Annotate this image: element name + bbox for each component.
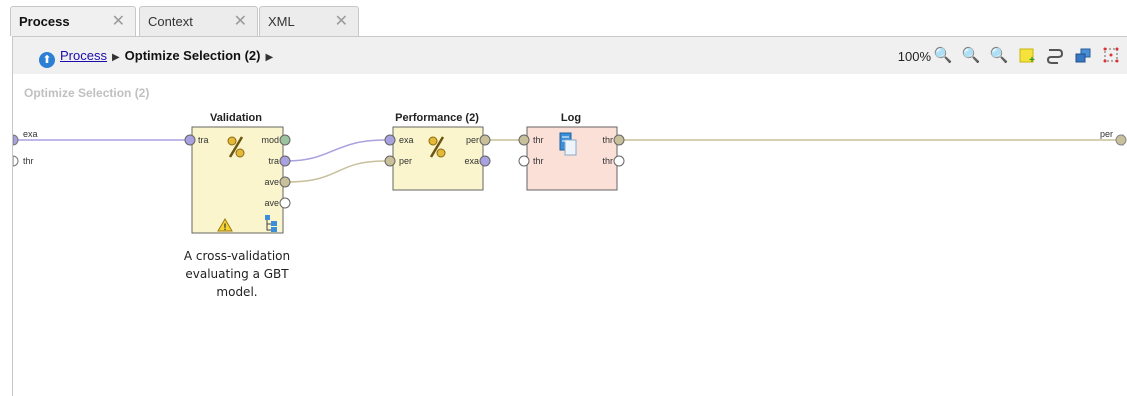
auto-wire-icon[interactable] (1045, 46, 1065, 66)
port-label: ave (264, 177, 279, 187)
port-label: thr (602, 156, 613, 166)
breadcrumb: ⬆ Process ▶ Optimize Selection (2) ▶ (39, 48, 278, 68)
port-in-per[interactable] (384, 155, 396, 167)
port-label: tra (268, 156, 279, 166)
port-out-thr-2[interactable] (613, 155, 625, 167)
process-output-ports: per (1100, 129, 1127, 146)
port-label: exa (464, 156, 479, 166)
port-label: thr (533, 156, 544, 166)
port-in-thr[interactable] (518, 134, 530, 146)
tab-xml[interactable]: XML ✕ (259, 6, 359, 36)
connection-tra-performance[interactable] (285, 139, 387, 162)
zoom-in-icon[interactable]: 🔍 (961, 46, 981, 66)
input-port-label: thr (23, 156, 34, 166)
zoom-out-icon[interactable]: 🔍 (989, 46, 1009, 66)
close-icon[interactable]: ✕ (112, 11, 125, 31)
output-port-label: per (1100, 129, 1113, 139)
port-out-ave-2[interactable] (279, 197, 291, 209)
operator-name: Validation (210, 112, 262, 124)
svg-text:+: + (1029, 55, 1035, 64)
port-in-exa[interactable] (384, 134, 396, 146)
zoom-reset-icon[interactable]: 🔍 (933, 46, 953, 66)
close-icon[interactable]: ✕ (335, 11, 348, 31)
operator-name: Performance (2) (395, 112, 479, 124)
port-out-exa[interactable] (479, 155, 491, 167)
input-port-label: exa (23, 129, 38, 139)
tab-label: Context (148, 14, 193, 29)
process-input-ports: exa thr (13, 129, 38, 167)
output-port-per-dot[interactable] (1115, 134, 1127, 146)
tab-bar: Process ✕ Context ✕ XML ✕ (0, 0, 1127, 36)
input-port-thr[interactable] (13, 155, 19, 167)
process-toolbar: ⬆ Process ▶ Optimize Selection (2) ▶ 100% 🔍 … (12, 36, 1127, 74)
port-out-tra[interactable] (279, 155, 291, 167)
process-canvas[interactable]: Optimize Selection (2) exa thr per Valid… (12, 74, 1127, 396)
port-out-ave[interactable] (279, 176, 291, 188)
tab-label: Process (19, 14, 70, 29)
add-note-icon[interactable]: + (1017, 46, 1037, 66)
tab-label: XML (268, 14, 295, 29)
operator-note: A cross-validation evaluating a GBT mode… (183, 249, 291, 299)
connection-ave-performance[interactable] (285, 160, 387, 183)
port-label: per (466, 135, 479, 145)
up-arrow-icon[interactable]: ⬆ (39, 52, 55, 68)
port-out-thr[interactable] (613, 134, 625, 146)
breadcrumb-separator-icon: ▶ (111, 52, 120, 63)
port-out-per[interactable] (479, 134, 491, 146)
port-label: thr (602, 135, 613, 145)
port-in-tra[interactable] (184, 134, 196, 146)
port-label: thr (533, 135, 544, 145)
close-icon[interactable]: ✕ (234, 11, 247, 31)
svg-text:!: ! (224, 222, 227, 232)
fit-icon[interactable] (1101, 46, 1121, 66)
process-graph: exa thr per Validation tra mod tra ave a… (13, 112, 1127, 234)
breadcrumb-current: Optimize Selection (2) (124, 48, 261, 63)
zoom-level: 100% (897, 49, 931, 64)
port-label: ave (264, 198, 279, 208)
port-label: tra (198, 135, 209, 145)
operator-log[interactable]: Log thr thr thr thr (518, 112, 625, 191)
port-label: exa (399, 135, 414, 145)
port-label: mod (261, 135, 279, 145)
input-port-exa[interactable] (13, 134, 19, 146)
operator-validation[interactable]: Validation tra mod tra ave ave ! (184, 112, 291, 234)
breadcrumb-process-link[interactable]: Process (60, 48, 107, 63)
tab-context[interactable]: Context ✕ (139, 6, 258, 36)
operator-performance[interactable]: Performance (2) exa per per exa (384, 112, 491, 191)
port-out-mod[interactable] (279, 134, 291, 146)
arrange-icon[interactable] (1073, 46, 1093, 66)
tab-process[interactable]: Process ✕ (10, 6, 136, 36)
zoom-tools: 100% 🔍 🔍 🔍 + (897, 46, 1121, 66)
breadcrumb-expand-icon[interactable]: ▶ (265, 52, 273, 63)
port-label: per (399, 156, 412, 166)
port-in-thr-2[interactable] (518, 155, 530, 167)
operator-name: Log (561, 112, 581, 124)
